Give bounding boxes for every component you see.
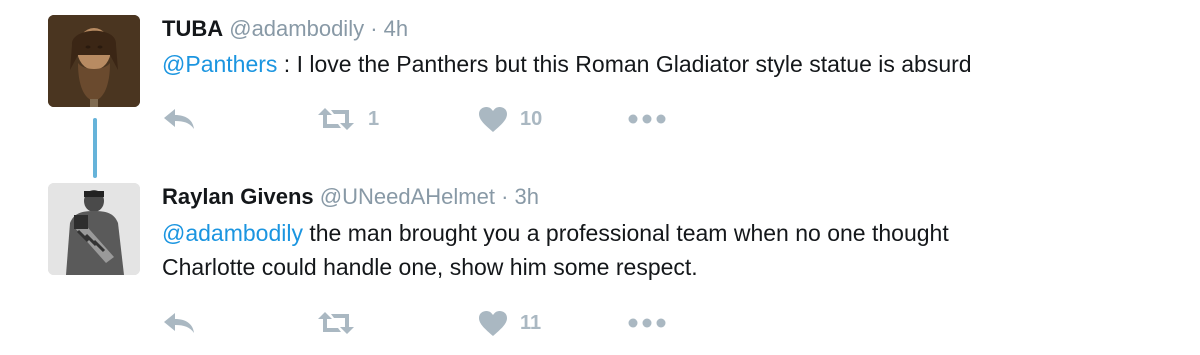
tweet: TUBA @adambodily · 4h @Panthers : I love… [0, 0, 1200, 178]
retweet-button[interactable] [316, 308, 368, 338]
username[interactable]: @UNeedAHelmet [320, 184, 495, 209]
reply-icon [164, 313, 194, 333]
tweet-text: @Panthers : I love the Panthers but this… [162, 47, 1172, 81]
tweet-header: Raylan Givens @UNeedAHelmet · 3h [162, 183, 539, 211]
separator: · [370, 16, 378, 41]
tweet-header: TUBA @adambodily · 4h [162, 15, 408, 43]
retweet-button[interactable]: 1 [316, 104, 379, 134]
retweet-icon [318, 108, 354, 130]
like-count: 10 [520, 107, 543, 130]
like-button[interactable]: 11 [478, 308, 541, 338]
reply-button[interactable] [162, 308, 196, 338]
fullname[interactable]: Raylan Givens [162, 184, 314, 209]
more-icon [628, 114, 666, 124]
avatar[interactable] [48, 183, 140, 275]
retweet-icon [318, 312, 354, 334]
tweet-body: the man brought you a professional team … [302, 220, 949, 246]
tweet-actions: 1 10 [162, 104, 762, 134]
heart-icon [479, 310, 507, 336]
reply-icon [164, 109, 194, 129]
separator: · [501, 184, 509, 209]
tweet-body: : I love the Panthers but this Roman Gla… [277, 51, 972, 77]
avatar[interactable] [48, 15, 140, 107]
thread-line [93, 118, 97, 178]
fullname[interactable]: TUBA [162, 16, 223, 41]
more-button[interactable] [628, 308, 666, 338]
more-icon [628, 318, 666, 328]
retweet-count: 1 [368, 107, 380, 130]
like-button[interactable]: 10 [478, 104, 542, 134]
mention-link[interactable]: @Panthers [162, 51, 277, 77]
tweet-body-line-2: Charlotte could handle one, show him som… [162, 254, 698, 280]
username[interactable]: @adambodily [229, 16, 364, 41]
timestamp[interactable]: 4h [384, 16, 408, 41]
mention-link[interactable]: @adambodily [162, 220, 303, 246]
timestamp[interactable]: 3h [515, 184, 539, 209]
like-count: 11 [520, 311, 542, 334]
tweet-actions: 11 [162, 308, 762, 338]
more-button[interactable] [628, 104, 666, 134]
heart-icon [479, 106, 507, 132]
tweet-text: @adambodily the man brought you a profes… [162, 216, 1172, 284]
reply-button[interactable] [162, 104, 196, 134]
tweet: Raylan Givens @UNeedAHelmet · 3h @adambo… [0, 175, 1200, 355]
